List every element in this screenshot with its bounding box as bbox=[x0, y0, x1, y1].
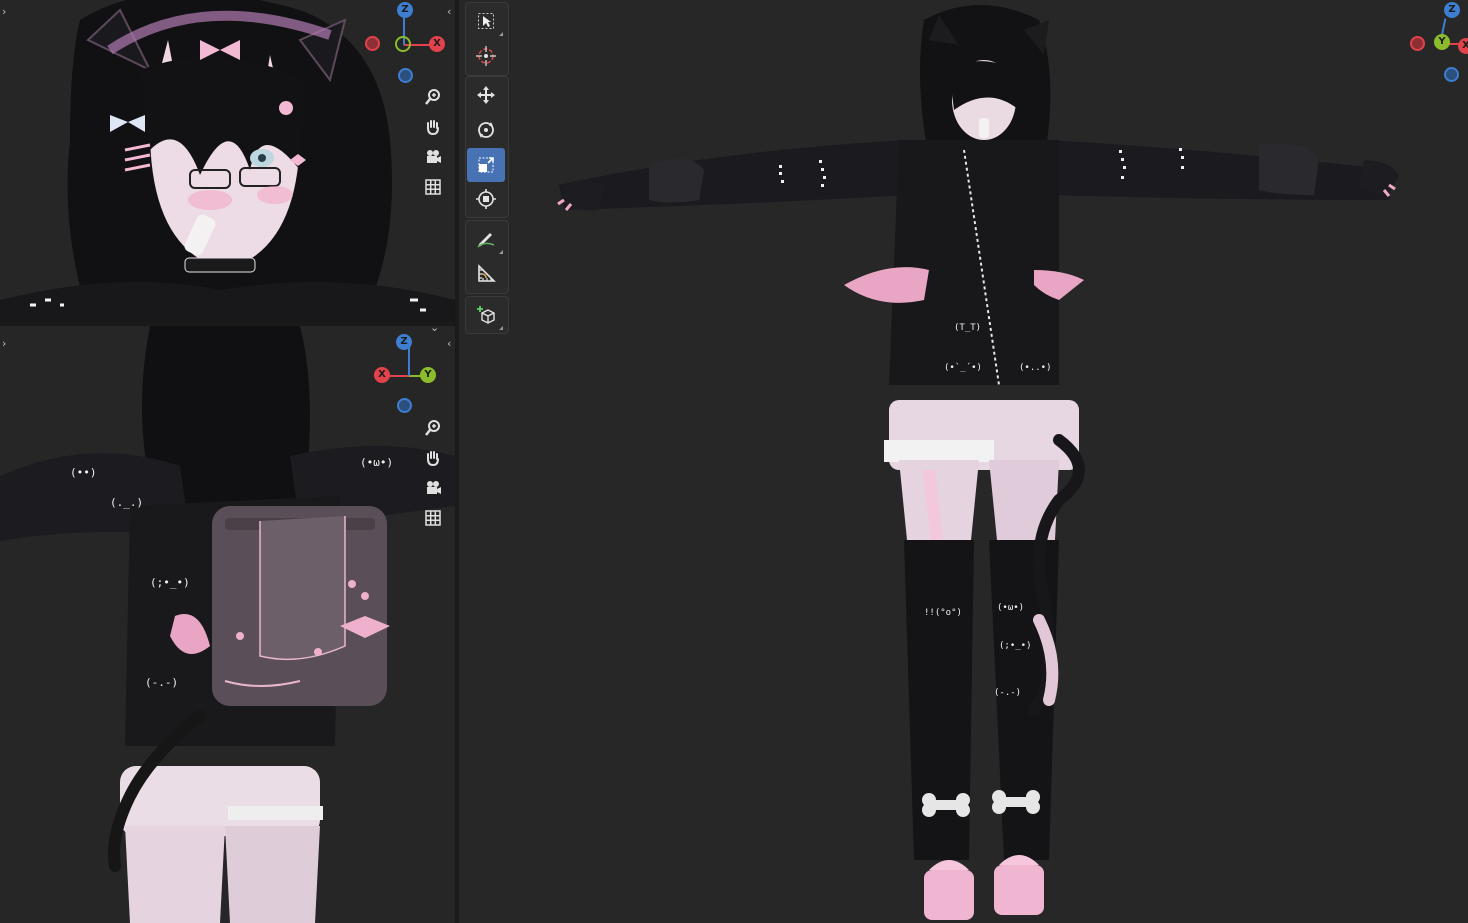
add-cube-tool[interactable] bbox=[467, 298, 505, 332]
rotate-tool[interactable] bbox=[467, 113, 505, 147]
svg-text:(-.-): (-.-) bbox=[145, 676, 178, 689]
toolgroup-select bbox=[465, 2, 509, 76]
cursor-tool[interactable] bbox=[467, 39, 505, 73]
grid-icon[interactable] bbox=[420, 505, 446, 531]
zoom-icon[interactable] bbox=[420, 84, 446, 110]
axis-gizmo-bottom[interactable]: Z X Y bbox=[372, 334, 446, 424]
hoodie-text-2: (•`_´•) bbox=[944, 362, 982, 373]
select-box-tool[interactable] bbox=[467, 4, 505, 38]
axis-y-ball[interactable] bbox=[395, 36, 411, 52]
svg-text:(._.): (._.) bbox=[110, 496, 143, 509]
collapse-chevron-right-icon[interactable]: ‹ bbox=[447, 338, 451, 349]
axis-y-ball[interactable]: Y bbox=[1434, 34, 1450, 50]
annotate-tool[interactable] bbox=[467, 222, 505, 256]
axis-x-ball[interactable]: X bbox=[429, 36, 445, 52]
shorts bbox=[120, 766, 320, 836]
pencil-icon bbox=[477, 233, 495, 248]
hoodie-text-1: (T_T) bbox=[954, 323, 981, 333]
leg-right bbox=[225, 826, 320, 923]
move-arrows-icon bbox=[477, 86, 495, 104]
viewport-top-left[interactable]: Z X › ‹ bbox=[0, 0, 455, 322]
collapse-chevron-down-icon[interactable]: ⌄ bbox=[430, 326, 439, 333]
axis-x-ball[interactable]: X bbox=[1458, 38, 1468, 54]
axis-neg-z-ball[interactable] bbox=[1444, 67, 1459, 82]
stocking-text-4: (-.-) bbox=[994, 688, 1021, 698]
stocking-text-2: (•ω•) bbox=[997, 603, 1024, 613]
axis-neg-x-ball[interactable] bbox=[365, 36, 380, 51]
axis-z-ball[interactable]: Z bbox=[397, 2, 413, 18]
cursor-arrow-icon bbox=[478, 13, 494, 29]
axis-gizmo-top[interactable]: Z X bbox=[365, 2, 445, 92]
collapse-chevron-right-icon[interactable]: ‹ bbox=[447, 6, 451, 17]
viewport-bottom-left[interactable]: (••) (._.) (•ω•) (;•_•) (-.-) Z X Y › ‹ … bbox=[0, 326, 455, 923]
axis-z-ball[interactable]: Z bbox=[1444, 2, 1460, 18]
pan-hand-icon[interactable] bbox=[420, 445, 446, 471]
shoe-left bbox=[924, 870, 974, 920]
collar bbox=[184, 257, 256, 273]
svg-text:(•ω•): (•ω•) bbox=[360, 456, 393, 469]
move-tool[interactable] bbox=[467, 78, 505, 112]
scale-icon bbox=[478, 157, 494, 173]
stocking-text-1: !!(°o°) bbox=[924, 608, 962, 618]
axis-neg-z-ball[interactable] bbox=[397, 398, 412, 413]
svg-text:(;•_•): (;•_•) bbox=[150, 576, 190, 589]
collapse-chevron-left-icon[interactable]: › bbox=[2, 338, 6, 349]
toolgroup-annotate bbox=[465, 220, 509, 294]
axis-neg-z-ball[interactable] bbox=[398, 68, 413, 83]
transform-icon bbox=[476, 189, 496, 209]
camera-icon[interactable] bbox=[420, 144, 446, 170]
grid-icon[interactable] bbox=[420, 174, 446, 200]
toolgroup-transform bbox=[465, 76, 509, 218]
hoodie-body bbox=[889, 140, 1059, 385]
axis-z-ball[interactable]: Z bbox=[396, 334, 412, 350]
axis-neg-x-ball[interactable] bbox=[1410, 36, 1425, 51]
bottle bbox=[979, 118, 989, 138]
scale-tool[interactable] bbox=[467, 148, 505, 182]
crosshair-icon bbox=[476, 46, 496, 66]
arm-left bbox=[559, 140, 914, 210]
axis-y-ball[interactable]: Y bbox=[420, 367, 436, 383]
measure-tool[interactable] bbox=[467, 257, 505, 291]
pan-hand-icon[interactable] bbox=[420, 114, 446, 140]
transform-tool[interactable] bbox=[467, 182, 505, 216]
viewport-main[interactable]: (T_T) (•`_´•) (•..•) !!(°o°) (•ω•) (;•_•… bbox=[459, 0, 1468, 923]
arm-right bbox=[1049, 140, 1394, 200]
svg-text:(••): (••) bbox=[70, 466, 97, 479]
add-cube-icon bbox=[477, 306, 495, 324]
hoodie-text-3: (•..•) bbox=[1019, 363, 1052, 373]
collapse-chevron-left-icon[interactable]: › bbox=[2, 6, 6, 17]
toolgroup-add bbox=[465, 296, 509, 334]
leg-left bbox=[125, 826, 225, 923]
axis-x-ball[interactable]: X bbox=[374, 367, 390, 383]
rotate-icon bbox=[478, 122, 494, 138]
axis-gizmo-main[interactable]: Z Y X bbox=[1410, 2, 1468, 92]
camera-icon[interactable] bbox=[420, 475, 446, 501]
stocking-text-3: (;•_•) bbox=[999, 641, 1032, 651]
shoe-right bbox=[994, 865, 1044, 915]
character-full-render: (T_T) (•`_´•) (•..•) !!(°o°) (•ω•) (;•_•… bbox=[557, 5, 1399, 920]
wing-left bbox=[844, 267, 929, 303]
ruler-icon bbox=[478, 264, 496, 282]
zoom-icon[interactable] bbox=[420, 415, 446, 441]
